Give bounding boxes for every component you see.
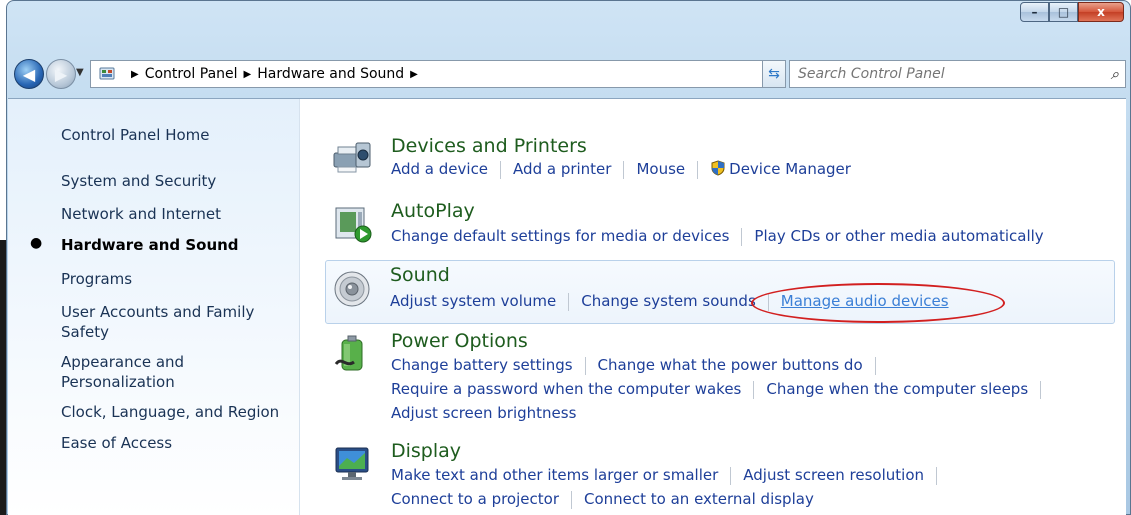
forward-button[interactable]: ▶ <box>46 59 76 89</box>
maximize-button[interactable]: □ <box>1049 2 1078 22</box>
devices-and-printers-title[interactable]: Devices and Printers <box>391 135 587 157</box>
battery-icon <box>332 334 374 374</box>
category-autoplay: AutoPlay Change default settings for med… <box>326 200 1116 250</box>
display-links-row2: Connect to a projector Connect to an exte… <box>391 490 814 509</box>
caption-buttons: – □ x <box>1020 2 1124 22</box>
sidebar-item-ease-of-access[interactable]: Ease of Access <box>61 433 172 453</box>
speaker-icon <box>332 269 374 309</box>
category-sound: Sound Adjust system volume Change system … <box>325 260 1115 324</box>
add-printer-link[interactable]: Add a printer <box>513 160 611 178</box>
breadcrumb-arrow-icon[interactable]: ▶ <box>244 69 252 80</box>
address-bar[interactable]: ▶ Control Panel ▶ Hardware and Sound ▶ ▼ <box>90 60 782 88</box>
search-input[interactable] <box>798 66 1088 82</box>
sidebar-item-network-and-internet[interactable]: Network and Internet <box>61 204 221 224</box>
sidebar-item-clock-language-region[interactable]: Clock, Language, and Region <box>61 402 279 422</box>
change-sleep-settings-link[interactable]: Change when the computer sleeps <box>766 380 1028 398</box>
left-navigation-pane: Control Panel Home System and Security N… <box>8 99 300 515</box>
connect-to-projector-link[interactable]: Connect to a projector <box>391 490 559 508</box>
back-button[interactable]: ◀ <box>14 59 44 89</box>
breadcrumb-control-panel[interactable]: Control Panel <box>145 66 238 82</box>
make-text-larger-link[interactable]: Make text and other items larger or smal… <box>391 466 718 484</box>
sidebar-item-user-accounts[interactable]: User Accounts and Family Safety <box>61 302 281 342</box>
require-password-on-wake-link[interactable]: Require a password when the computer wak… <box>391 380 741 398</box>
autoplay-links: Change default settings for media or dev… <box>391 227 1044 246</box>
connect-to-external-display-link[interactable]: Connect to an external display <box>584 490 814 508</box>
breadcrumb-arrow-icon[interactable]: ▶ <box>410 69 418 80</box>
change-autoplay-defaults-link[interactable]: Change default settings for media or dev… <box>391 227 729 245</box>
category-power-options: Power Options Change battery settings Cha… <box>326 330 1116 425</box>
category-display: Display Make text and other items larger… <box>326 440 1116 515</box>
close-button[interactable]: x <box>1078 2 1124 22</box>
power-options-links-row1: Change battery settings Change what the p… <box>391 356 888 375</box>
recent-pages-dropdown[interactable]: ▼ <box>76 67 84 78</box>
refresh-icon: ⇆ <box>768 66 780 82</box>
breadcrumb-hardware-and-sound[interactable]: Hardware and Sound <box>257 66 404 82</box>
chevron-down-icon: ▼ <box>76 67 84 78</box>
back-arrow-icon: ◀ <box>22 64 36 84</box>
adjust-screen-resolution-link[interactable]: Adjust screen resolution <box>743 466 924 484</box>
sidebar-item-control-panel-home[interactable]: Control Panel Home <box>61 125 210 145</box>
change-power-buttons-link[interactable]: Change what the power buttons do <box>598 356 863 374</box>
display-title[interactable]: Display <box>391 440 461 462</box>
forward-arrow-icon: ▶ <box>54 64 68 84</box>
breadcrumb-arrow-icon[interactable]: ▶ <box>131 69 139 80</box>
play-cds-automatically-link[interactable]: Play CDs or other media automatically <box>754 227 1043 245</box>
devices-and-printers-links: Add a device Add a printer Mouse Device Man… <box>391 160 851 179</box>
adjust-system-volume-link[interactable]: Adjust system volume <box>390 292 556 310</box>
sidebar-item-system-and-security[interactable]: System and Security <box>61 171 216 191</box>
mouse-link[interactable]: Mouse <box>636 160 685 178</box>
navigation-bar: ◀ ▶ ▼ ▶ Control Panel ▶ Hardware and Sou… <box>10 54 1126 94</box>
autoplay-icon <box>332 204 374 244</box>
active-bullet-icon: ● <box>30 235 43 251</box>
sound-title[interactable]: Sound <box>390 264 450 286</box>
control-panel-icon <box>99 66 117 86</box>
devices-and-printers-icon <box>332 139 374 179</box>
power-options-links-row3: Adjust screen brightness <box>391 404 576 422</box>
power-options-links-row2: Require a password when the computer wak… <box>391 380 1053 399</box>
sidebar-item-appearance[interactable]: Appearance and Personalization <box>61 352 261 392</box>
adjust-screen-brightness-link[interactable]: Adjust screen brightness <box>391 404 576 422</box>
monitor-icon <box>332 444 374 484</box>
category-devices-and-printers: Devices and Printers Add a device Add a p… <box>326 135 1116 185</box>
refresh-button[interactable]: ⇆ <box>762 60 786 88</box>
sidebar-item-hardware-and-sound[interactable]: Hardware and Sound <box>61 235 239 255</box>
sidebar-item-programs[interactable]: Programs <box>61 269 132 289</box>
autoplay-title[interactable]: AutoPlay <box>391 200 475 222</box>
add-device-link[interactable]: Add a device <box>391 160 488 178</box>
red-annotation-ellipse <box>751 283 1005 323</box>
minimize-button[interactable]: – <box>1020 2 1049 22</box>
display-links-row1: Make text and other items larger or smal… <box>391 466 949 485</box>
search-icon[interactable]: ⌕ <box>1111 65 1119 83</box>
power-options-title[interactable]: Power Options <box>391 330 528 352</box>
uac-shield-icon <box>711 160 725 176</box>
change-battery-settings-link[interactable]: Change battery settings <box>391 356 573 374</box>
search-box[interactable]: ⌕ <box>789 60 1126 88</box>
change-system-sounds-link[interactable]: Change system sounds <box>581 292 756 310</box>
device-manager-link[interactable]: Device Manager <box>729 160 851 178</box>
